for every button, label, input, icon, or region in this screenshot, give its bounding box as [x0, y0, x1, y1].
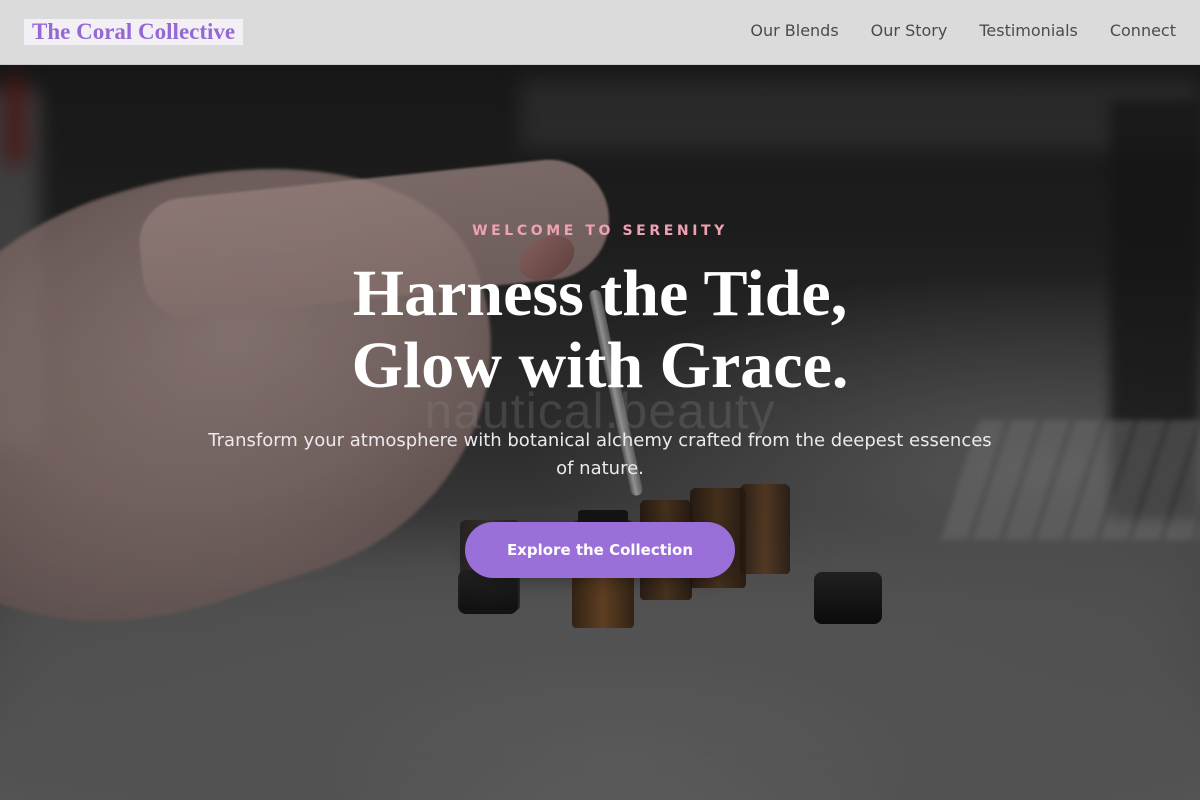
- hero-eyebrow: WELCOME TO SERENITY: [472, 223, 728, 239]
- hero-headline: Harness the Tide, Glow with Grace.: [0, 258, 1200, 402]
- hero-headline-line-2: Glow with Grace.: [351, 329, 849, 402]
- hero-headline-line-1: Harness the Tide,: [352, 257, 848, 330]
- hero-subtext: Transform your atmosphere with botanical…: [208, 430, 992, 479]
- hero-section: WELCOME TO SERENITY Harness the Tide, Gl…: [0, 0, 1200, 800]
- explore-collection-button[interactable]: Explore the Collection: [465, 522, 735, 578]
